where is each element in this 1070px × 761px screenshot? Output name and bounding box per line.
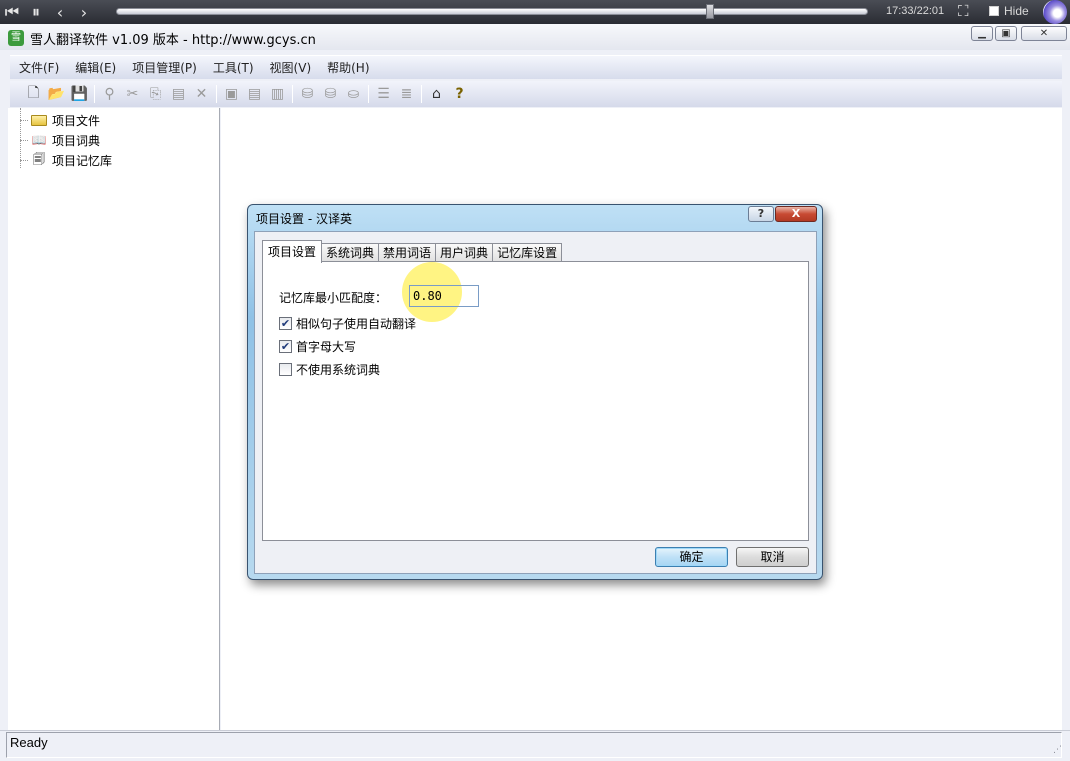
- seek-thumb[interactable]: [706, 4, 715, 19]
- menu-view[interactable]: 视图(V): [270, 59, 312, 76]
- doc-a-icon[interactable]: ▣: [220, 83, 243, 105]
- hide-toggle[interactable]: Hide: [989, 4, 1029, 18]
- dialog-body: 项目设置 系统词典 禁用词语 用户词典 记忆库设置 记忆库最小匹配度： ✔ 相似…: [254, 231, 817, 574]
- checkbox-auto-translate[interactable]: ✔: [279, 317, 292, 330]
- doc-c-icon[interactable]: ▥: [266, 83, 289, 105]
- check-auto-translate[interactable]: ✔ 相似句子使用自动翻译: [279, 315, 416, 332]
- dialog-tabs: 项目设置 系统词典 禁用词语 用户词典 记忆库设置: [262, 240, 563, 263]
- project-settings-dialog: 项目设置 - 汉译英 ? X 项目设置 系统词典 禁用词语 用户词典 记忆库设置…: [247, 204, 823, 580]
- checkbox-no-system-dict[interactable]: [279, 363, 292, 376]
- memory-icon: 🗐: [33, 151, 45, 166]
- db-c-icon[interactable]: ⛀: [342, 83, 365, 105]
- tab-banned-words[interactable]: 禁用词语: [378, 243, 437, 263]
- copy-icon[interactable]: ⎘: [144, 83, 167, 105]
- status-text: Ready: [10, 735, 48, 750]
- dialog-close-button[interactable]: X: [775, 206, 817, 222]
- menu-bar: 文件(F) 编辑(E) 项目管理(P) 工具(T) 视图(V) 帮助(H): [10, 55, 1062, 79]
- close-button[interactable]: ✕: [1021, 26, 1067, 41]
- playback-time: 17:33/22:01: [886, 5, 945, 17]
- paste-icon[interactable]: ▤: [167, 83, 190, 105]
- cut-icon[interactable]: ✂: [121, 83, 144, 105]
- resize-grip-icon[interactable]: ⋰: [1053, 745, 1062, 755]
- checkbox-capitalize[interactable]: ✔: [279, 340, 292, 353]
- tree-item-project-dict[interactable]: 📖 项目词典: [8, 130, 219, 150]
- delete-icon[interactable]: ✕: [190, 83, 213, 105]
- tree-item-label: 项目记忆库: [52, 153, 113, 168]
- tab-project-settings[interactable]: 项目设置: [262, 240, 323, 263]
- hide-checkbox[interactable]: [989, 6, 999, 16]
- check-label: 不使用系统词典: [296, 363, 381, 377]
- maximize-button[interactable]: ▣: [995, 26, 1017, 41]
- hide-label: Hide: [1004, 4, 1029, 18]
- open-folder-icon[interactable]: 📂: [45, 83, 68, 105]
- ok-button[interactable]: 确定: [655, 547, 728, 567]
- menu-project[interactable]: 项目管理(P): [132, 59, 197, 76]
- cancel-button[interactable]: 取消: [736, 547, 809, 567]
- next-icon[interactable]: ›: [72, 0, 96, 24]
- tab-system-dict[interactable]: 系统词典: [321, 243, 380, 263]
- status-bar: Ready ⋰: [0, 730, 1070, 761]
- db-b-icon[interactable]: ⛁: [319, 83, 342, 105]
- player-logo-icon: [1043, 0, 1067, 24]
- folder-icon: [30, 113, 48, 127]
- min-match-input[interactable]: [409, 285, 479, 307]
- tree-item-project-files[interactable]: 项目文件: [8, 110, 219, 130]
- media-player-bar: ⏮ ⏸ ‹ › 17:33/22:01 ⛶ Hide: [0, 0, 1070, 24]
- list-icon[interactable]: ☰: [372, 83, 395, 105]
- save-icon[interactable]: 💾: [68, 83, 91, 105]
- check-capitalize[interactable]: ✔ 首字母大写: [279, 338, 356, 355]
- title-bar: 雪 雪人翻译软件 v1.09 版本 - http://www.gcys.cn ▁…: [0, 24, 1070, 50]
- menu-file[interactable]: 文件(F): [19, 59, 59, 76]
- prev-icon[interactable]: ‹: [48, 0, 72, 24]
- list-b-icon[interactable]: ≣: [395, 83, 418, 105]
- tab-panel: 记忆库最小匹配度： ✔ 相似句子使用自动翻译 ✔ 首字母大写 不使用系统词典: [262, 261, 809, 541]
- doc-b-icon[interactable]: ▤: [243, 83, 266, 105]
- fullscreen-icon[interactable]: ⛶: [958, 2, 969, 20]
- home-icon[interactable]: ⌂: [425, 83, 448, 105]
- menu-help[interactable]: 帮助(H): [327, 59, 369, 76]
- project-tree: 项目文件 📖 项目词典 🗐 项目记忆库: [8, 108, 220, 730]
- book-icon: 📖: [31, 133, 47, 147]
- dialog-help-button[interactable]: ?: [748, 206, 774, 222]
- window-title: 雪人翻译软件 v1.09 版本 - http://www.gcys.cn: [30, 33, 316, 48]
- find-icon[interactable]: ⚲: [98, 83, 121, 105]
- app-icon: 雪: [8, 30, 24, 46]
- help-icon[interactable]: ?: [448, 83, 471, 105]
- tree-item-project-memory[interactable]: 🗐 项目记忆库: [8, 150, 219, 170]
- menu-edit[interactable]: 编辑(E): [75, 59, 116, 76]
- check-label: 首字母大写: [296, 340, 357, 354]
- seek-track[interactable]: [116, 8, 868, 15]
- tab-user-dict[interactable]: 用户词典: [435, 243, 494, 263]
- toolbar: 🗋 📂 💾 ⚲ ✂ ⎘ ▤ ✕ ▣ ▤ ▥ ⛁ ⛁ ⛀ ☰ ≣ ⌂ ?: [10, 81, 1062, 107]
- check-label: 相似句子使用自动翻译: [296, 317, 417, 331]
- skip-back-icon[interactable]: ⏮: [0, 0, 24, 24]
- db-a-icon[interactable]: ⛁: [296, 83, 319, 105]
- tree-item-label: 项目文件: [52, 113, 101, 128]
- pause-icon[interactable]: ⏸: [24, 0, 48, 24]
- tab-memory-settings[interactable]: 记忆库设置: [492, 243, 563, 263]
- check-no-system-dict[interactable]: 不使用系统词典: [279, 361, 380, 378]
- new-file-icon[interactable]: 🗋: [22, 83, 45, 105]
- dialog-title: 项目设置 - 汉译英: [256, 212, 352, 226]
- minimize-button[interactable]: ▁: [971, 26, 993, 41]
- menu-tools[interactable]: 工具(T): [213, 59, 254, 76]
- min-match-label: 记忆库最小匹配度：: [279, 291, 388, 305]
- tree-item-label: 项目词典: [52, 133, 101, 148]
